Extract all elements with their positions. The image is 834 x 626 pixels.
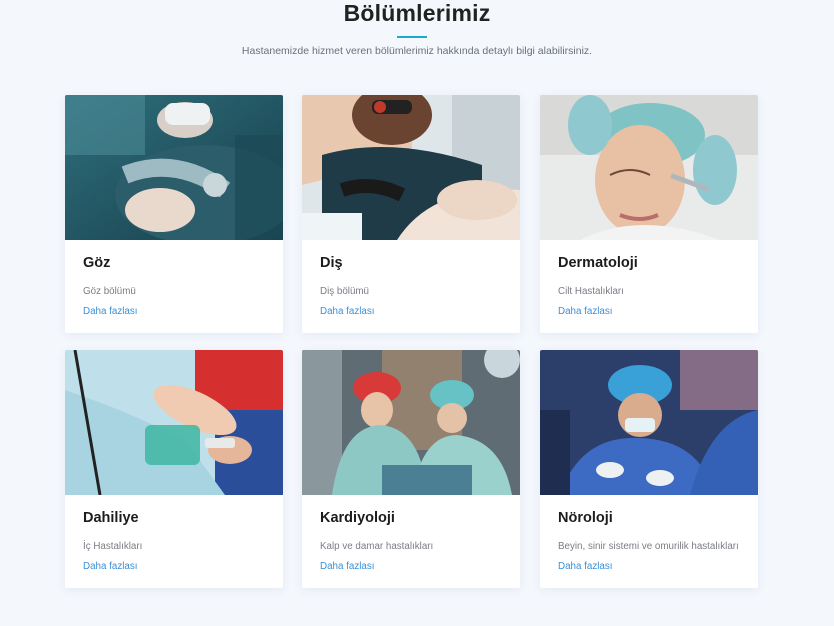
card-description: Göz bölümü — [83, 286, 136, 297]
more-link[interactable]: Daha fazlası — [558, 306, 740, 317]
card-title: Dahiliye — [83, 510, 139, 526]
card-title: Göz — [83, 255, 111, 271]
card-title: Diş — [320, 255, 343, 271]
eye-surgery-photo — [65, 95, 283, 240]
card-description: Beyin, sinir sistemi ve omurilik hastalı… — [558, 541, 739, 552]
section-subtitle: Hastanemizde hizmet veren bölümlerimiz h… — [241, 45, 593, 57]
skin-treatment-photo — [540, 95, 758, 240]
title-divider — [397, 36, 427, 38]
department-card-goz[interactable]: Göz Göz bölümü Daha fazlası — [65, 95, 283, 333]
card-title: Nöroloji — [558, 510, 613, 526]
card-description: Cilt Hastalıkları — [558, 286, 624, 297]
iv-drip-photo — [65, 350, 283, 495]
card-title: Dermatoloji — [558, 255, 638, 271]
more-link[interactable]: Daha fazlası — [83, 306, 265, 317]
section-title: Bölümlerimiz — [343, 0, 491, 26]
department-card-noroloji[interactable]: Nöroloji Beyin, sinir sistemi ve omurili… — [540, 350, 758, 588]
heart-surgery-photo — [302, 350, 520, 495]
card-title: Kardiyoloji — [320, 510, 395, 526]
card-description: İç Hastalıkları — [83, 541, 143, 552]
department-card-kardiyoloji[interactable]: Kardiyoloji Kalp ve damar hastalıkları D… — [302, 350, 520, 588]
department-card-dis[interactable]: Diş Diş bölümü Daha fazlası — [302, 95, 520, 333]
card-description: Kalp ve damar hastalıkları — [320, 541, 434, 552]
department-card-dermatoloji[interactable]: Dermatoloji Cilt Hastalıkları Daha fazla… — [540, 95, 758, 333]
department-card-dahiliye[interactable]: Dahiliye İç Hastalıkları Daha fazlası — [65, 350, 283, 588]
neuro-surgery-photo — [540, 350, 758, 495]
more-link[interactable]: Daha fazlası — [83, 561, 265, 572]
dental-exam-photo — [302, 95, 520, 240]
more-link[interactable]: Daha fazlası — [558, 561, 740, 572]
more-link[interactable]: Daha fazlası — [320, 561, 502, 572]
card-description: Diş bölümü — [320, 286, 370, 297]
more-link[interactable]: Daha fazlası — [320, 306, 502, 317]
